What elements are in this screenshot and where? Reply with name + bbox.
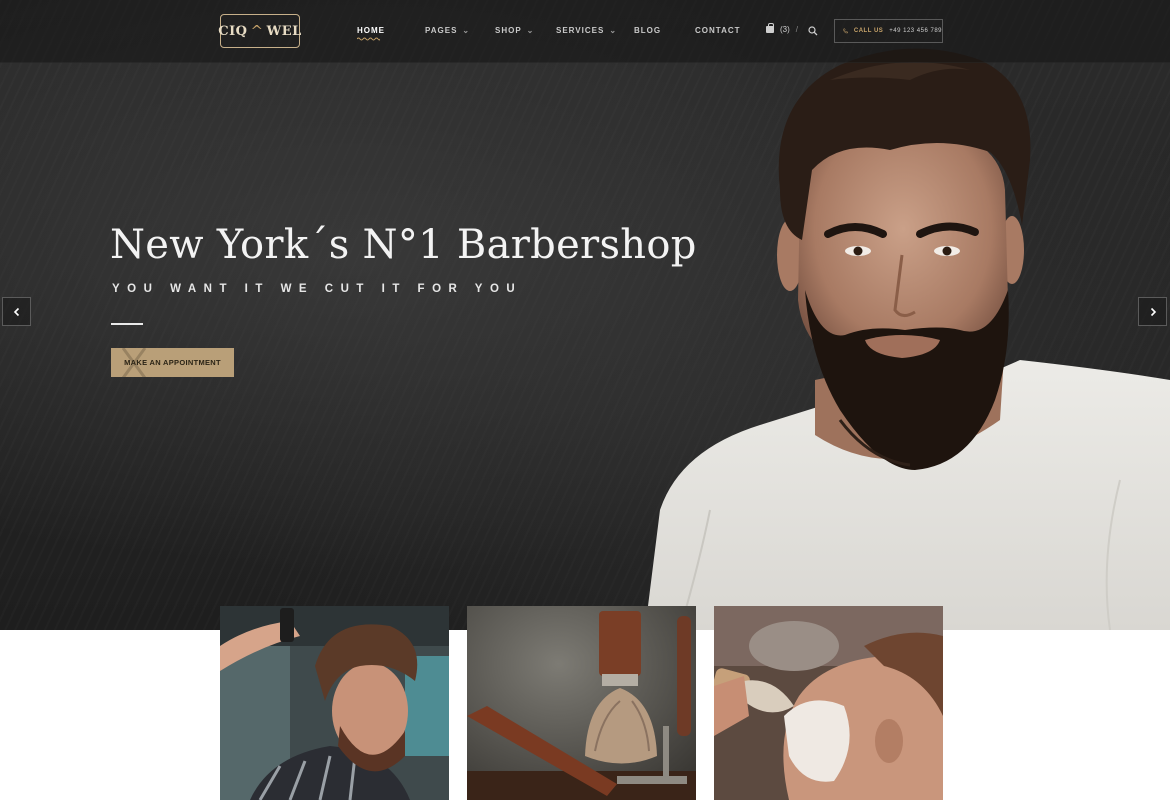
call-us-label: CALL US [853, 28, 884, 34]
gallery-tile-beard-care[interactable] [714, 606, 943, 800]
hero-subtitle: YOU WANT IT WE CUT IT FOR YOU [112, 283, 523, 295]
logo-mark: ^ [250, 22, 264, 40]
nav-separator: / [795, 25, 799, 34]
nav-pages[interactable]: PAGES ⌄ [425, 26, 470, 35]
hero-portrait-image [645, 48, 1170, 630]
main-navbar: CIQ ^ WEL HOME PAGES ⌄ SHOP ⌄ SERVICES ⌄ BL… [0, 0, 1170, 63]
cart-icon [766, 23, 774, 33]
chevron-down-icon: ⌄ [609, 26, 618, 35]
chevron-right-icon [1150, 307, 1156, 316]
active-wave-indicator [357, 37, 380, 41]
phone-icon [843, 28, 848, 34]
nav-blog[interactable]: BLOG [634, 26, 661, 35]
logo-text-left: CIQ [218, 23, 248, 39]
cart-button[interactable]: (3) / [766, 23, 799, 34]
gallery-tile-shaving-brush[interactable] [467, 606, 696, 800]
hero-slider: CIQ ^ WEL HOME PAGES ⌄ SHOP ⌄ SERVICES ⌄ BL… [0, 0, 1170, 630]
shaving-brush-photo [467, 606, 696, 800]
slider-prev-button[interactable] [2, 297, 31, 326]
cta-label: MAKE AN APPOINTMENT [124, 358, 221, 367]
call-us-number: +49 123 456 789 [889, 28, 942, 34]
chevron-down-icon: ⌄ [526, 26, 535, 35]
call-us-box[interactable]: CALL US +49 123 456 789 [834, 19, 943, 43]
site-logo[interactable]: CIQ ^ WEL [218, 14, 302, 48]
beard-care-photo [714, 606, 943, 800]
search-icon[interactable] [808, 26, 818, 36]
nav-contact[interactable]: CONTACT [695, 26, 741, 35]
cart-count: (3) [780, 25, 790, 34]
nav-shop[interactable]: SHOP ⌄ [495, 26, 534, 35]
chevron-down-icon: ⌄ [462, 26, 471, 35]
nav-services[interactable]: SERVICES ⌄ [556, 26, 617, 35]
chevron-left-icon [13, 307, 19, 316]
make-appointment-button[interactable]: MAKE AN APPOINTMENT [111, 348, 234, 377]
logo-text-right: WEL [266, 23, 302, 39]
gallery-tile-haircut[interactable] [220, 606, 449, 800]
hero-divider [111, 323, 143, 325]
slider-next-button[interactable] [1138, 297, 1167, 326]
hero-title: New York´s N°1 Barbershop [110, 222, 697, 268]
haircut-photo [220, 606, 449, 800]
nav-home[interactable]: HOME [357, 26, 385, 35]
